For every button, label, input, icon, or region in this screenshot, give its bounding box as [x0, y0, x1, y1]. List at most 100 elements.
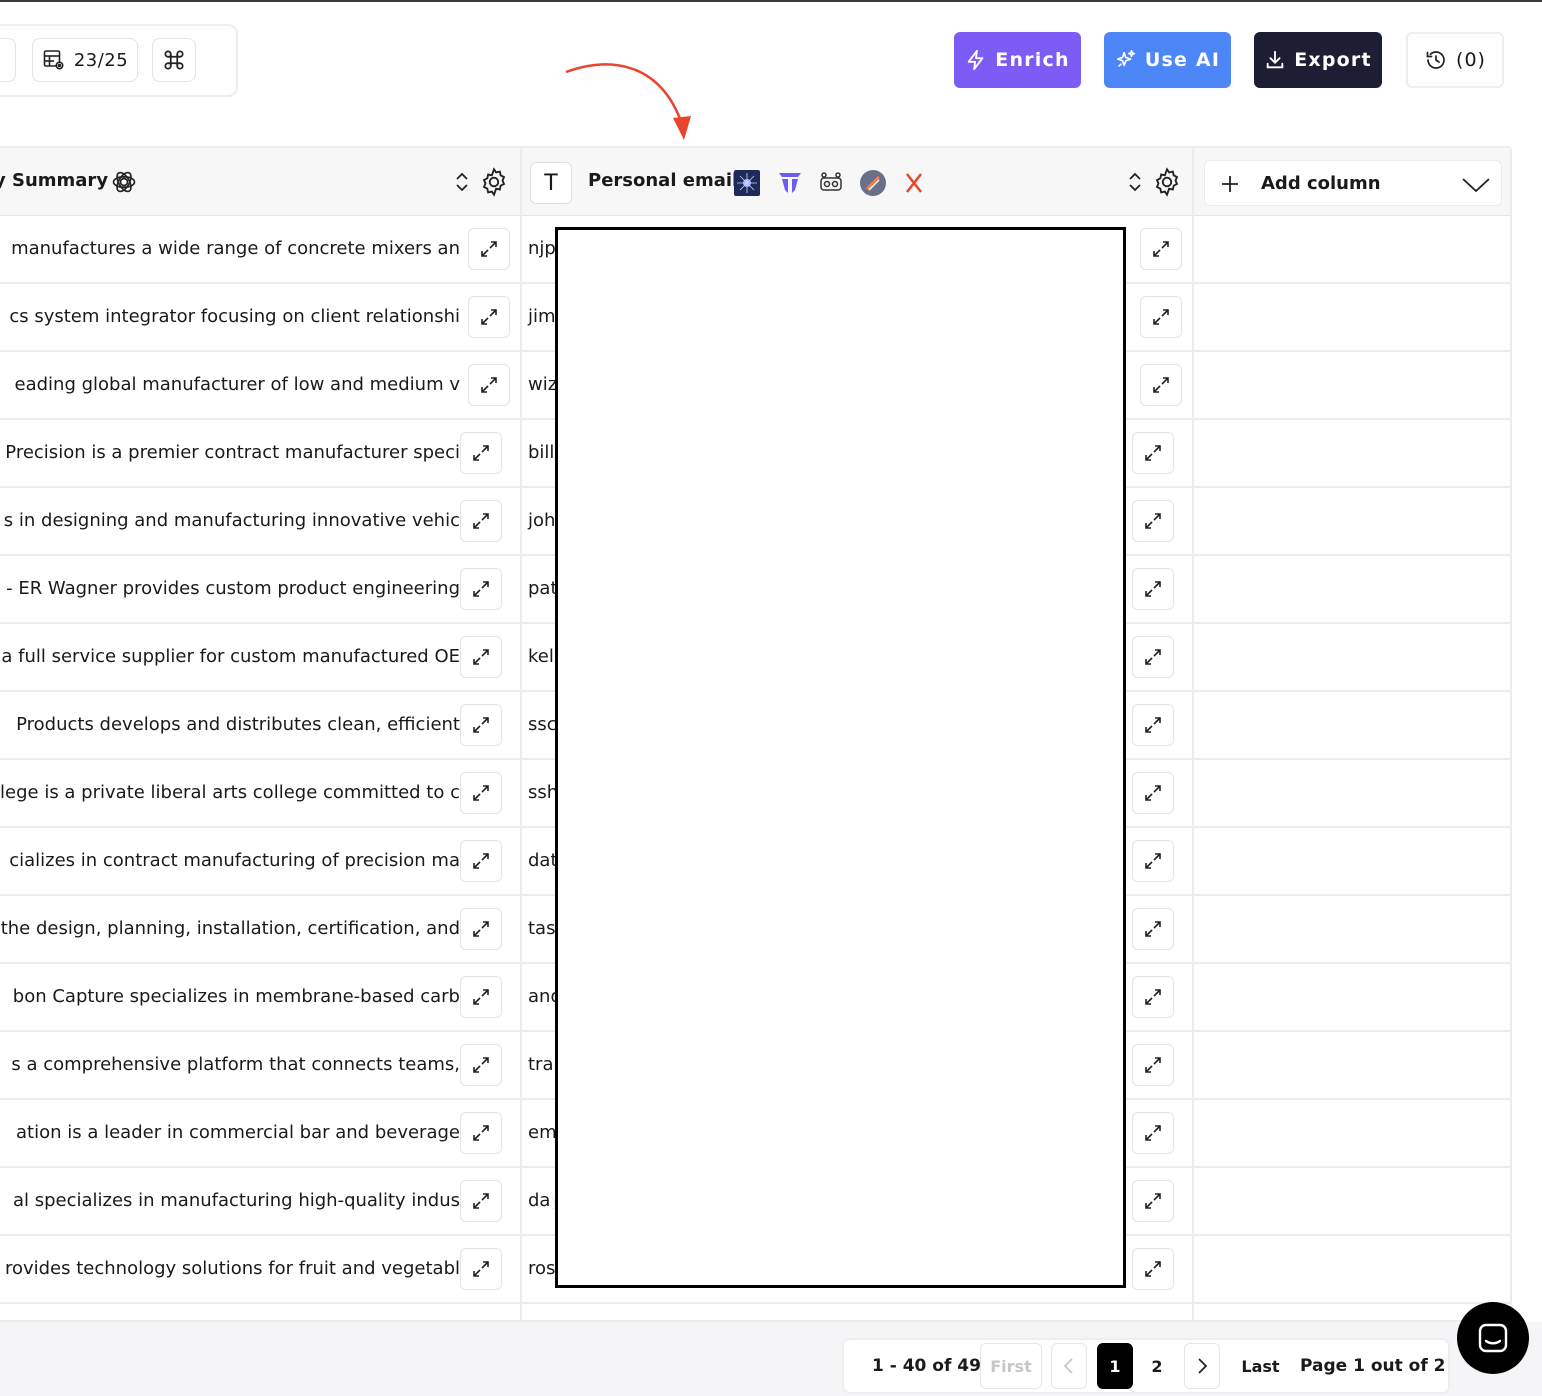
- expand-icon: [481, 309, 497, 325]
- summary-cell[interactable]: s in designing and manufacturing innovat…: [0, 488, 460, 554]
- page-2-button[interactable]: 2: [1139, 1343, 1175, 1389]
- expand-icon: [1145, 989, 1161, 1005]
- expand-summary-button[interactable]: [460, 1044, 502, 1086]
- add-column-button[interactable]: Add column: [1204, 160, 1502, 206]
- expand-email-button[interactable]: [1132, 500, 1174, 542]
- expand-icon: [1145, 717, 1161, 733]
- expand-summary-button[interactable]: [460, 500, 502, 542]
- summary-cell[interactable]: Products develops and distributes clean,…: [0, 692, 460, 758]
- expand-email-button[interactable]: [1140, 364, 1182, 406]
- enrich-button[interactable]: Enrich: [954, 32, 1081, 88]
- chat-button[interactable]: [1457, 1302, 1529, 1374]
- toolbar-button-partial[interactable]: [0, 38, 16, 82]
- summary-cell[interactable]: cializes in contract manufacturing of pr…: [0, 828, 460, 894]
- page-info: Page 1 out of 2: [1300, 1356, 1446, 1376]
- provider-logo-4-icon: [860, 170, 886, 196]
- expand-email-button[interactable]: [1132, 772, 1174, 814]
- expand-icon: [481, 241, 497, 257]
- command-button[interactable]: [152, 38, 196, 82]
- expand-icon: [1145, 649, 1161, 665]
- expand-summary-button[interactable]: [460, 432, 502, 474]
- summary-cell[interactable]: al specializes in manufacturing high-qua…: [0, 1168, 460, 1234]
- summary-cell[interactable]: - ER Wagner provides custom product engi…: [0, 556, 460, 622]
- summary-cell[interactable]: rovides technology solutions for fruit a…: [0, 1236, 460, 1302]
- provider-logo-5-icon: [906, 173, 922, 193]
- provider-logo-1-icon: [734, 170, 760, 196]
- expand-email-button[interactable]: [1132, 1180, 1174, 1222]
- export-button[interactable]: Export: [1254, 32, 1382, 88]
- summary-column-header[interactable]: y Summary: [0, 170, 108, 191]
- summary-text: rovides technology solutions for fruit a…: [4, 1258, 460, 1279]
- summary-cell[interactable]: lege is a private liberal arts college c…: [0, 760, 460, 826]
- summary-cell[interactable]: the design, planning, installation, cert…: [0, 896, 460, 962]
- summary-text: s in designing and manufacturing innovat…: [3, 510, 460, 531]
- expand-summary-button[interactable]: [468, 228, 510, 270]
- openai-icon: [112, 171, 136, 193]
- gear-icon[interactable]: [1151, 166, 1183, 198]
- expand-email-button[interactable]: [1132, 840, 1174, 882]
- expand-email-button[interactable]: [1132, 1044, 1174, 1086]
- summary-text: Products develops and distributes clean,…: [16, 714, 460, 735]
- expand-email-button[interactable]: [1132, 976, 1174, 1018]
- expand-icon: [473, 445, 489, 461]
- expand-email-button[interactable]: [1140, 228, 1182, 270]
- email-text-visible: em: [528, 1122, 557, 1143]
- annotation-arrow: [565, 63, 691, 140]
- download-icon: [1266, 50, 1284, 69]
- expand-icon: [1153, 377, 1169, 393]
- expand-email-button[interactable]: [1132, 1248, 1174, 1290]
- summary-cell[interactable]: ation is a leader in commercial bar and …: [0, 1100, 460, 1166]
- expand-summary-button[interactable]: [460, 1248, 502, 1290]
- sort-icon[interactable]: [1127, 170, 1143, 194]
- expand-email-button[interactable]: [1132, 636, 1174, 678]
- personal-email-column-header[interactable]: Personal email: [588, 170, 738, 191]
- summary-cell[interactable]: s a comprehensive platform that connects…: [0, 1032, 460, 1098]
- expand-summary-button[interactable]: [460, 1112, 502, 1154]
- summary-text: s a comprehensive platform that connects…: [11, 1054, 460, 1075]
- column-count-button[interactable]: 23/25: [32, 38, 138, 82]
- expand-summary-button[interactable]: [460, 636, 502, 678]
- sort-icon[interactable]: [454, 170, 470, 194]
- history-button[interactable]: (0): [1406, 32, 1504, 88]
- last-page-button[interactable]: Last: [1229, 1343, 1292, 1389]
- summary-cell[interactable]: eading global manufacturer of low and me…: [0, 352, 460, 418]
- summary-cell[interactable]: a full service supplier for custom manuf…: [0, 624, 460, 690]
- expand-summary-button[interactable]: [468, 364, 510, 406]
- summary-text: manufactures a wide range of concrete mi…: [11, 238, 460, 259]
- page-1-button[interactable]: 1: [1097, 1343, 1133, 1389]
- expand-email-button[interactable]: [1140, 296, 1182, 338]
- expand-summary-button[interactable]: [460, 908, 502, 950]
- expand-email-button[interactable]: [1132, 1112, 1174, 1154]
- first-page-button[interactable]: First: [980, 1343, 1042, 1389]
- expand-summary-button[interactable]: [460, 1180, 502, 1222]
- prev-page-button[interactable]: [1051, 1343, 1087, 1389]
- command-icon: [164, 50, 184, 70]
- expand-email-button[interactable]: [1132, 908, 1174, 950]
- expand-icon: [473, 1261, 489, 1277]
- summary-cell[interactable]: manufactures a wide range of concrete mi…: [0, 216, 460, 282]
- summary-text: al specializes in manufacturing high-qua…: [12, 1190, 460, 1211]
- email-text-visible: da: [528, 1190, 551, 1211]
- gear-icon[interactable]: [478, 166, 510, 198]
- expand-email-button[interactable]: [1132, 704, 1174, 746]
- use-ai-button[interactable]: Use AI: [1104, 32, 1231, 88]
- expand-summary-button[interactable]: [460, 840, 502, 882]
- expand-summary-button[interactable]: [468, 296, 510, 338]
- summary-cell[interactable]: bon Capture specializes in membrane-base…: [0, 964, 460, 1030]
- expand-summary-button[interactable]: [460, 772, 502, 814]
- summary-cell[interactable]: Precision is a premier contract manufact…: [0, 420, 460, 486]
- redaction-box: [555, 227, 1126, 1288]
- email-text-visible: kel: [528, 646, 554, 667]
- expand-email-button[interactable]: [1132, 568, 1174, 610]
- expand-summary-button[interactable]: [460, 704, 502, 746]
- expand-summary-button[interactable]: [460, 568, 502, 610]
- text-type-icon[interactable]: T: [530, 162, 572, 204]
- expand-summary-button[interactable]: [460, 976, 502, 1018]
- next-page-button[interactable]: [1184, 1343, 1220, 1389]
- expand-email-button[interactable]: [1132, 432, 1174, 474]
- use-ai-label: Use AI: [1144, 49, 1221, 71]
- summary-cell[interactable]: cs system integrator focusing on client …: [0, 284, 460, 350]
- plus-icon: [1222, 176, 1238, 192]
- summary-text: bon Capture specializes in membrane-base…: [12, 986, 460, 1007]
- enrich-label: Enrich: [995, 49, 1070, 71]
